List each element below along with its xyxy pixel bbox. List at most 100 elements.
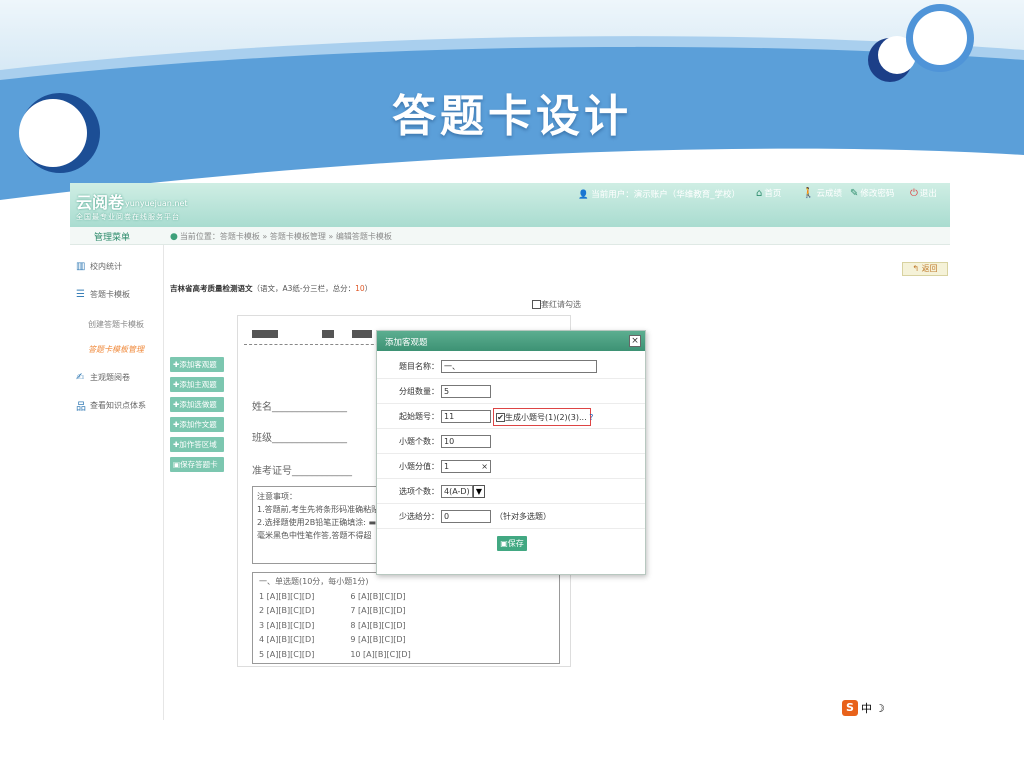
person-icon: 🚶	[802, 187, 815, 199]
red-mark-label: 套红请勾选	[541, 300, 581, 309]
moon-icon: ☽	[875, 701, 885, 715]
nav-change-password[interactable]: ✎ 修改密码	[850, 187, 894, 200]
add-objective-button[interactable]: ✚添加客观题	[170, 357, 224, 372]
sidebar-item-templates[interactable]: ☰ 答题卡模板	[76, 289, 130, 300]
exam-no-label: 准考证号	[252, 466, 292, 477]
logo: 云阅卷	[76, 193, 125, 212]
add-essay-button[interactable]: ✚添加作文题	[170, 417, 224, 432]
barcode-mark	[352, 330, 362, 338]
save-card-button[interactable]: ▣保存答题卡	[170, 457, 224, 472]
answer-row: 8 [A][B][C][D]	[350, 620, 406, 630]
home-icon: ⌂	[756, 187, 763, 199]
pen-icon: ✎	[850, 187, 859, 199]
help-icon[interactable]: ?	[589, 413, 593, 422]
row-group-count: 分组数量： 5	[377, 380, 645, 404]
chevron-down-icon[interactable]: ▼	[473, 485, 485, 498]
partial-score-input[interactable]: 0	[441, 510, 491, 523]
slide-title: 答题卡设计	[392, 91, 632, 142]
sidebar-item-marking[interactable]: ✍ 主观题阅卷	[76, 372, 130, 383]
edit-icon: ✍	[76, 372, 85, 383]
start-number-input[interactable]: 11	[441, 410, 491, 423]
watermark-text: 中	[861, 702, 872, 715]
sidebar-item-knowledge[interactable]: 品查看知识点体系	[76, 398, 146, 413]
chart-icon: ▥	[76, 261, 86, 272]
answer-row: 10 [A][B][C][D]	[350, 649, 411, 659]
tool-label: 添加作文题	[179, 420, 217, 429]
nav-home[interactable]: ⌂ 首页	[756, 187, 781, 200]
class-line: 班级_______________	[252, 433, 347, 444]
input-method-badge: S 中 ☽	[842, 700, 885, 716]
sidebar-item-label: 校内统计	[90, 262, 122, 271]
row-option-count: 选项个数： 4(A-D) ▼	[377, 480, 645, 504]
question-name-input[interactable]: 一、	[441, 360, 597, 373]
red-mark-checkbox[interactable]: 套红请勾选	[532, 299, 581, 310]
name-line: 姓名_______________	[252, 402, 347, 413]
generate-subnumber-label: 生成小题号(1)(2)(3)...	[505, 413, 587, 422]
answer-row: 7 [A][B][C][D]	[350, 606, 406, 615]
power-icon: ⏻	[910, 187, 918, 199]
answer-row: 2 [A][B][C][D]	[259, 606, 315, 615]
tool-label: 加作答区域	[179, 440, 217, 449]
answer-row: 3 [A][B][C][D]	[259, 620, 315, 630]
logo-domain: yunyuejuan.net	[125, 199, 188, 208]
sidebar-item-stats[interactable]: ▥ 校内统计	[76, 261, 122, 272]
nav-scores[interactable]: 🚶 云成绩	[802, 187, 842, 200]
sidebar-sub-manage-template[interactable]: 答题卡模板管理	[88, 344, 144, 355]
document-score: 10	[355, 284, 365, 293]
nav-scores-label: 云成绩	[816, 189, 842, 199]
add-subjective-button[interactable]: ✚添加主观题	[170, 377, 224, 392]
tool-label: 添加选做题	[179, 400, 217, 409]
nav-logout[interactable]: ⏻ 退出	[910, 187, 937, 200]
sidebar-item-label: 主观题阅卷	[90, 373, 130, 382]
sidebar-item-label: 查看知识点体系	[90, 401, 146, 410]
sub-bar: 管理菜单 ● 当前位置：答题卡模板 » 答题卡模板管理 » 编辑答题卡模板	[70, 227, 950, 245]
name-label: 姓名	[252, 402, 272, 413]
save-label: 保存	[507, 539, 524, 548]
option-count-select[interactable]: 4(A-D)	[441, 485, 473, 498]
current-user: 👤 当前用户：演示账户（华维教育_学校）	[578, 188, 740, 200]
clear-icon[interactable]: ×	[481, 461, 488, 472]
section-title: 一、单选题(10分，每小题1分)	[259, 577, 369, 586]
tree-icon: 品	[76, 402, 86, 413]
add-optional-button[interactable]: ✚添加选做题	[170, 397, 224, 412]
add-objective-dialog: 添加客观题 × 题目名称： 一、 分组数量： 5 起始题号： 11 ✔生成小题号…	[376, 330, 646, 575]
checkmark-icon: ✔	[496, 413, 505, 422]
close-icon[interactable]: ×	[629, 335, 641, 347]
add-answer-area-button[interactable]: ✚加作答区域	[170, 437, 224, 452]
sogou-icon: S	[842, 700, 858, 716]
tool-column: ✚添加客观题 ✚添加主观题 ✚添加选做题 ✚添加作文题 ✚加作答区域 ▣保存答题…	[170, 357, 226, 477]
subquestion-count-input[interactable]: 10	[441, 435, 491, 448]
row-start-number: 起始题号： 11 ✔生成小题号(1)(2)(3)... ?	[377, 405, 645, 429]
generate-subnumber-checkbox[interactable]: ✔生成小题号(1)(2)(3)... ?	[493, 408, 593, 426]
row-question-name: 题目名称： 一、	[377, 355, 645, 379]
answer-column-left: 1 [A][B][C][D] 2 [A][B][C][D] 3 [A][B][C…	[259, 590, 314, 663]
barcode-mark	[362, 330, 372, 338]
subquestion-count-label: 小题个数：	[399, 437, 439, 446]
sidebar-sub-create-template[interactable]: 创建答题卡模板	[88, 319, 144, 330]
user-icon: 👤	[578, 190, 589, 200]
answer-row: 6 [A][B][C][D]	[350, 591, 406, 601]
save-button[interactable]: ▣保存	[497, 536, 527, 551]
app-header: 云阅卷 yunyuejuan.net 全国最专业阅卷在线服务平台 👤 当前用户：…	[70, 183, 950, 227]
document-name: 吉林省高考质量检测语文	[170, 284, 253, 293]
save-icon: ▣	[500, 539, 508, 548]
partial-score-label: 少选给分：	[399, 512, 439, 521]
group-count-label: 分组数量：	[399, 387, 439, 396]
exam-no-line: 准考证号____________	[252, 466, 352, 477]
breadcrumb: ● 当前位置：答题卡模板 » 答题卡模板管理 » 编辑答题卡模板	[170, 231, 392, 242]
row-subquestion-count: 小题个数： 10	[377, 430, 645, 454]
back-label: 返回	[921, 264, 938, 273]
answer-column-right: 6 [A][B][C][D] 7 [A][B][C][D] 8 [A][B][C…	[350, 590, 410, 663]
breadcrumb-text: 当前位置：答题卡模板 » 答题卡模板管理 » 编辑答题卡模板	[179, 232, 392, 241]
document-meta: （语文，A3纸-分三栏，总分：	[252, 284, 356, 293]
list-icon: ☰	[76, 289, 85, 300]
back-button[interactable]: ↰ 返回	[902, 262, 948, 276]
nav-logout-label: 退出	[919, 189, 937, 199]
document-title: 吉林省高考质量检测语文（语文，A3纸-分三栏，总分：10）	[170, 283, 372, 294]
current-user-label: 当前用户：演示账户（华维教育_学校）	[591, 190, 741, 200]
answer-row: 9 [A][B][C][D]	[350, 635, 406, 644]
row-subquestion-score: 小题分值： 1 ×	[377, 455, 645, 479]
group-count-input[interactable]: 5	[441, 385, 491, 398]
subquestion-score-input[interactable]: 1 ×	[441, 460, 491, 473]
tool-label: 保存答题卡	[180, 460, 218, 469]
